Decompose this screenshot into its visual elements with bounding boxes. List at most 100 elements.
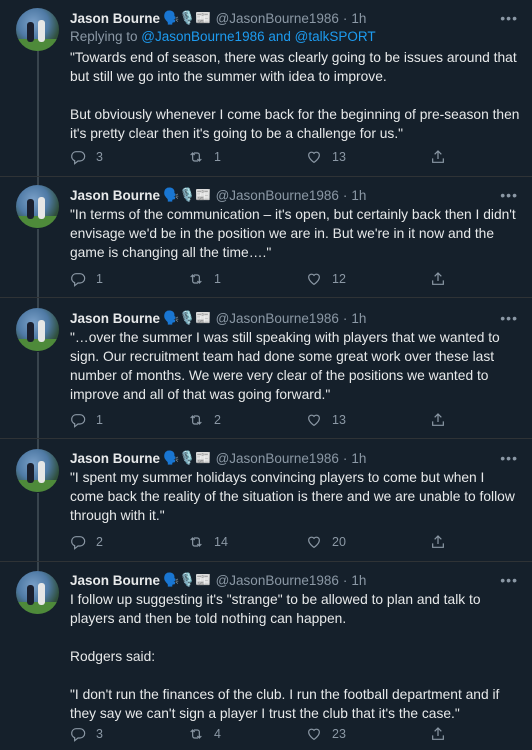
thread-line <box>37 177 39 185</box>
retweet-button[interactable]: 14 <box>188 534 228 550</box>
tweet-paragraph: Rodgers said: <box>70 649 156 664</box>
reply-button[interactable]: 3 <box>70 149 103 165</box>
dot-separator: · <box>342 450 348 466</box>
author-name[interactable]: Jason Bourne <box>70 11 160 26</box>
tweet-text: "…over the summer I was still speaking w… <box>70 328 520 404</box>
timestamp[interactable]: 1h <box>351 451 366 466</box>
like-count: 23 <box>332 727 346 741</box>
tweet-2[interactable]: Jason Bourne 🗣️🎙️📰 @JasonBourne1986 · 1h… <box>0 177 532 297</box>
author-name[interactable]: Jason Bourne <box>70 451 160 466</box>
retweet-button[interactable]: 1 <box>188 149 221 165</box>
more-options-icon[interactable]: ••• <box>500 10 518 26</box>
share-icon <box>432 727 444 740</box>
retweet-button[interactable]: 2 <box>188 412 221 428</box>
thread-line <box>37 439 39 449</box>
reply-button[interactable]: 2 <box>70 534 103 550</box>
thread-line <box>37 229 39 297</box>
author-handle[interactable]: @JasonBourne1986 <box>216 451 339 466</box>
reply-button[interactable]: 1 <box>70 412 103 428</box>
author-handle[interactable]: @JasonBourne1986 <box>216 573 339 588</box>
like-count: 13 <box>332 413 346 427</box>
heart-icon <box>308 728 320 741</box>
reply-icon <box>71 536 86 550</box>
share-button[interactable] <box>430 149 456 165</box>
timestamp[interactable]: 1h <box>351 311 366 326</box>
retweet-icon <box>190 274 202 284</box>
retweet-count: 14 <box>214 535 228 549</box>
reply-count: 3 <box>96 727 103 741</box>
heart-icon <box>308 151 320 164</box>
reply-count: 2 <box>96 535 103 549</box>
like-button[interactable]: 20 <box>306 534 346 550</box>
author-name[interactable]: Jason Bourne <box>70 311 160 326</box>
emoji-badges: 🗣️🎙️📰 <box>163 450 212 465</box>
share-button[interactable] <box>430 271 456 287</box>
like-count: 12 <box>332 272 346 286</box>
heart-icon <box>308 536 320 549</box>
more-options-icon[interactable]: ••• <box>500 450 518 466</box>
like-button[interactable]: 23 <box>306 726 346 742</box>
like-count: 13 <box>332 150 346 164</box>
retweet-icon <box>190 415 202 425</box>
author-name[interactable]: Jason Bourne <box>70 573 160 588</box>
retweet-icon <box>190 537 202 547</box>
more-options-icon[interactable]: ••• <box>500 572 518 588</box>
share-button[interactable] <box>430 726 456 742</box>
like-button[interactable]: 13 <box>306 412 346 428</box>
heart-icon <box>308 414 320 427</box>
like-button[interactable]: 13 <box>306 149 346 165</box>
timestamp[interactable]: 1h <box>351 573 366 588</box>
replying-to: Replying to @JasonBourne1986 and @talkSP… <box>70 29 376 44</box>
reply-button[interactable]: 1 <box>70 271 103 287</box>
avatar[interactable] <box>16 308 59 351</box>
tweet-4[interactable]: Jason Bourne 🗣️🎙️📰 @JasonBourne1986 · 1h… <box>0 439 532 561</box>
emoji-badges: 🗣️🎙️📰 <box>163 187 212 202</box>
reply-icon <box>71 414 86 428</box>
reply-count: 3 <box>96 150 103 164</box>
author-name[interactable]: Jason Bourne <box>70 188 160 203</box>
tweet-1[interactable]: Jason Bourne 🗣️🎙️📰 @JasonBourne1986 · 1h… <box>0 0 532 176</box>
dot-separator: · <box>342 572 348 588</box>
tweet-3[interactable]: Jason Bourne 🗣️🎙️📰 @JasonBourne1986 · 1h… <box>0 298 532 438</box>
retweet-count: 1 <box>214 150 221 164</box>
share-button[interactable] <box>430 412 456 428</box>
retweet-button[interactable]: 1 <box>188 271 221 287</box>
author-handle[interactable]: @JasonBourne1986 <box>216 311 339 326</box>
tweet-text: "Towards end of season, there was clearl… <box>70 48 520 143</box>
tweet-paragraph: I follow up suggesting it's "strange" to… <box>70 592 481 626</box>
replying-to-handles[interactable]: @JasonBourne1986 and @talkSPORT <box>141 29 375 44</box>
retweet-button[interactable]: 4 <box>188 726 221 742</box>
avatar[interactable] <box>16 185 59 228</box>
tweet-paragraph: "Towards end of season, there was clearl… <box>70 50 517 84</box>
avatar[interactable] <box>16 449 59 492</box>
tweet-5[interactable]: Jason Bourne 🗣️🎙️📰 @JasonBourne1986 · 1h… <box>0 562 532 750</box>
author-handle[interactable]: @JasonBourne1986 <box>216 11 339 26</box>
thread-line <box>37 50 39 176</box>
replying-to-label: Replying to <box>70 29 142 44</box>
tweet-text: "In terms of the communication – it's op… <box>70 205 520 262</box>
tweet-paragraph: But obviously whenever I come back for t… <box>70 107 520 141</box>
thread-line <box>37 298 39 308</box>
author-handle[interactable]: @JasonBourne1986 <box>216 188 339 203</box>
thread-line <box>37 493 39 561</box>
tweet-paragraph: "In terms of the communication – it's op… <box>70 207 516 260</box>
reply-button[interactable]: 3 <box>70 726 103 742</box>
share-icon <box>432 413 444 426</box>
share-icon <box>432 272 444 285</box>
avatar[interactable] <box>16 8 59 51</box>
more-options-icon[interactable]: ••• <box>500 187 518 203</box>
more-options-icon[interactable]: ••• <box>500 310 518 326</box>
reply-count: 1 <box>96 272 103 286</box>
thread-line <box>37 562 39 571</box>
tweet-text: I follow up suggesting it's "strange" to… <box>70 590 520 723</box>
dot-separator: · <box>342 10 348 26</box>
retweet-count: 1 <box>214 272 221 286</box>
share-icon <box>432 535 444 548</box>
share-button[interactable] <box>430 534 456 550</box>
timestamp[interactable]: 1h <box>351 11 366 26</box>
like-button[interactable]: 12 <box>306 271 346 287</box>
like-count: 20 <box>332 535 346 549</box>
reply-icon <box>71 273 86 287</box>
avatar[interactable] <box>16 571 59 614</box>
timestamp[interactable]: 1h <box>351 188 366 203</box>
